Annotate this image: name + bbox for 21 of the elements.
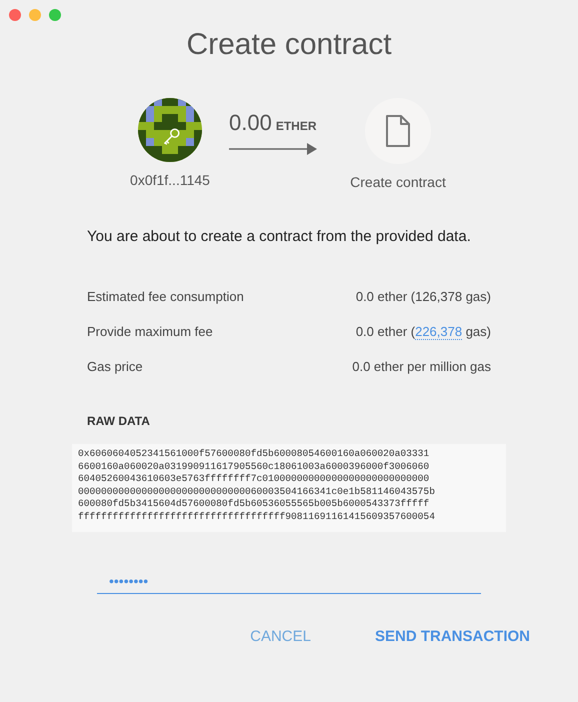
fee-value: 0.0 ether (126,378 gas) [356, 289, 491, 304]
fee-label: Estimated fee consumption [87, 289, 244, 304]
close-button[interactable] [9, 9, 21, 21]
arrow-icon [229, 142, 317, 156]
password-field[interactable]: •••••••• [97, 568, 481, 594]
cancel-button[interactable]: CANCEL [250, 624, 311, 649]
window-title: Create contract [185, 28, 393, 62]
send-button[interactable]: SEND TRANSACTION [374, 624, 530, 649]
minimize-button[interactable] [29, 9, 41, 21]
fee-value: 0.0 ether per million gas [352, 359, 491, 374]
fee-label: Provide maximum fee [87, 324, 213, 339]
amount-text: 0.00 ETHER [229, 110, 316, 136]
account-address: 0x0f1f...1145 [130, 172, 210, 188]
raw-data-text: 0x6060604052341561000f57600080fd5b60008054600160a060020a03331 6600160a060020a031990911617905560c18061003a6000396000f3006060 60405260043610603e5763ffffffff7c01000000000000000000000000000 00000000000000000000000000000060003504166341c0e1b581146043575b 600080fd5b3415604d57600080fd5b60536055565b005b6000543373fffff ffffffffffffffffffffffffffffffffffff90811691161415609357600054 [72, 444, 506, 532]
fee-value: 0.0 ether (226,378 gas) [356, 324, 491, 339]
raw-data-heading: RAW DATA [87, 414, 151, 428]
gas-link[interactable]: 226,378 [415, 324, 462, 340]
zoom-button[interactable] [49, 9, 61, 21]
message-text: You are about to create a contract from the provided data. [87, 228, 472, 245]
recipient-label: Create contract [350, 174, 446, 190]
fee-label: Gas price [87, 359, 143, 374]
